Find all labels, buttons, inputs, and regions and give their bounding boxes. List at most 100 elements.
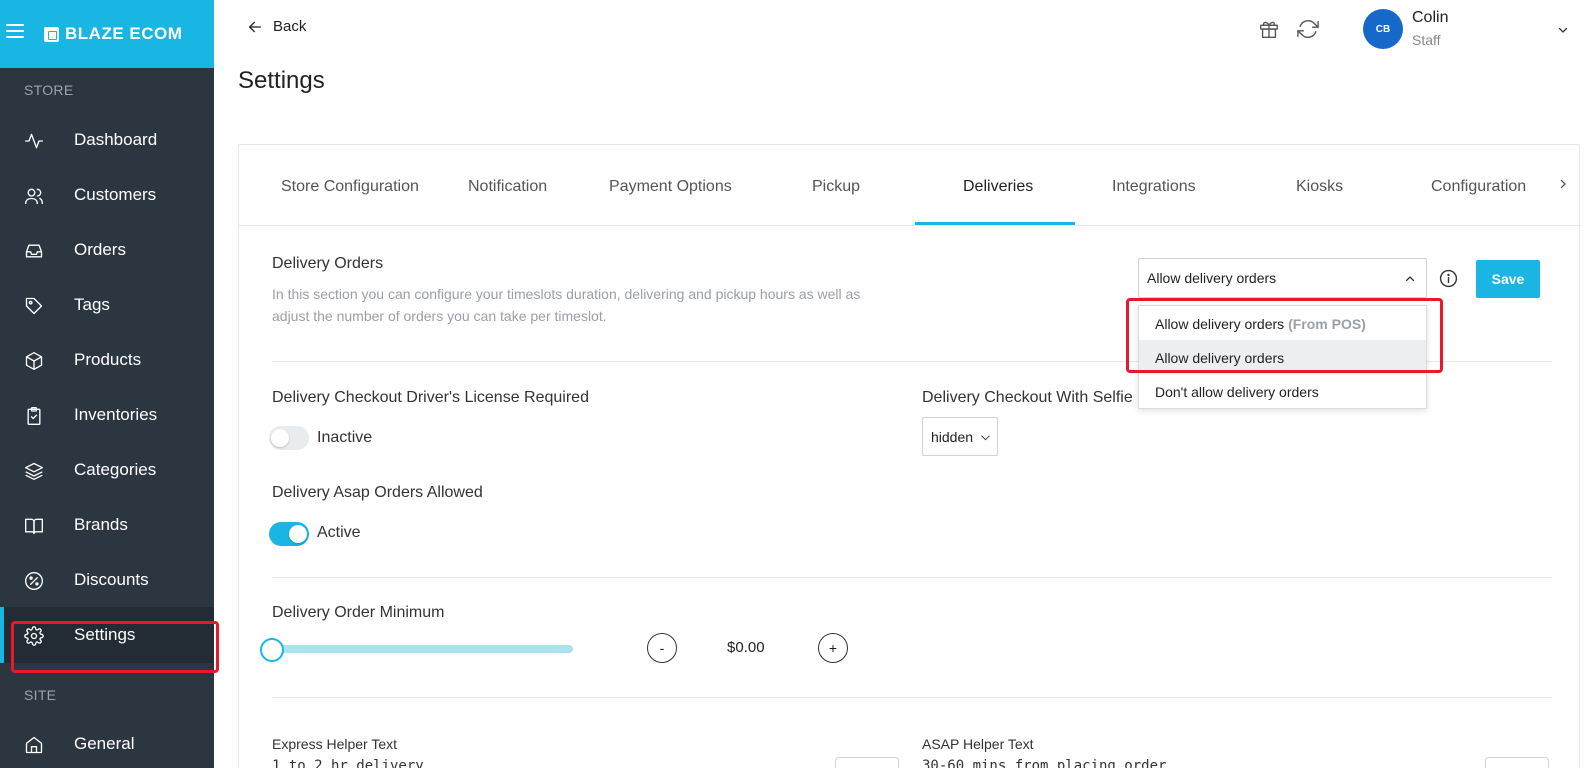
back-label: Back: [273, 18, 307, 35]
info-icon[interactable]: [1439, 269, 1458, 288]
menu-icon[interactable]: [6, 24, 24, 38]
layers-icon: [25, 462, 43, 480]
chevron-down-icon: [981, 435, 990, 441]
divider: [272, 697, 1552, 698]
sidebar-item-label: Discounts: [74, 570, 149, 589]
delivery-orders-select[interactable]: Allow delivery orders: [1138, 258, 1427, 298]
toggle-knob: [271, 429, 289, 447]
dropdown-option-from-pos[interactable]: Allow delivery orders (From POS): [1139, 306, 1426, 340]
sidebar-item-orders[interactable]: Orders: [0, 222, 214, 278]
toggle-knob: [289, 525, 307, 543]
tab-pickup[interactable]: Pickup: [812, 178, 860, 196]
gift-icon[interactable]: [1258, 18, 1280, 40]
sidebar-item-categories[interactable]: Categories: [0, 442, 214, 498]
order-minimum-slider-track[interactable]: [272, 645, 573, 653]
asap-helper-input[interactable]: 30-60 mins from placing order: [922, 758, 1166, 768]
clipboard-icon: [27, 407, 41, 425]
option-label: Allow delivery orders: [1155, 316, 1285, 332]
sidebar-item-products[interactable]: Products: [0, 332, 214, 388]
sidebar-item-customers[interactable]: Customers: [0, 167, 214, 223]
sidebar-item-label: Orders: [74, 240, 126, 259]
page-title: Settings: [238, 67, 325, 94]
refresh-icon[interactable]: [1297, 18, 1319, 40]
tab-configuration[interactable]: Configuration: [1431, 178, 1526, 196]
inbox-icon: [25, 244, 43, 258]
box-icon: [25, 352, 43, 370]
sidebar-item-label: Inventories: [74, 405, 158, 424]
asap-helper-control[interactable]: [1485, 757, 1549, 768]
settings-card: Store Configuration Notification Payment…: [238, 144, 1581, 768]
sidebar-item-settings[interactable]: Settings: [0, 607, 214, 663]
tab-payment-options[interactable]: Payment Options: [609, 178, 732, 196]
option-suffix: (From POS): [1288, 316, 1366, 332]
license-required-toggle[interactable]: [269, 426, 309, 450]
delivery-orders-title: Delivery Orders: [272, 255, 384, 272]
percent-icon: [25, 572, 43, 590]
sidebar-item-dashboard[interactable]: Dashboard: [0, 112, 214, 168]
tab-integrations[interactable]: Integrations: [1112, 178, 1196, 196]
brand-logo[interactable]: BLAZE ECOM: [44, 24, 182, 44]
tab-kiosks[interactable]: Kiosks: [1296, 178, 1343, 196]
express-helper-control[interactable]: [835, 757, 899, 768]
home-icon: [25, 736, 43, 754]
order-minimum-slider-handle[interactable]: [260, 638, 284, 662]
user-name[interactable]: Colin: [1412, 9, 1448, 27]
selfie-select-value: hidden: [931, 429, 974, 445]
active-tab-indicator: [915, 222, 1075, 225]
divider: [272, 577, 1552, 578]
brand-name: BLAZE ECOM: [65, 24, 183, 43]
gear-icon: [24, 626, 44, 646]
selfie-select[interactable]: hidden: [922, 417, 998, 456]
license-required-title: Delivery Checkout Driver's License Requi…: [272, 389, 589, 406]
selfie-title: Delivery Checkout With Selfie: [922, 389, 1133, 406]
sidebar-item-general[interactable]: General: [0, 716, 214, 768]
chevron-down-icon[interactable]: [1557, 24, 1569, 36]
asap-allowed-title: Delivery Asap Orders Allowed: [272, 484, 483, 501]
asap-allowed-toggle[interactable]: [269, 522, 309, 546]
delivery-orders-select-value: Allow delivery orders: [1147, 270, 1277, 286]
store-section-label: STORE: [24, 82, 74, 98]
activity-icon: [25, 133, 43, 149]
express-helper-input[interactable]: 1 to 2 hr delivery: [272, 758, 424, 768]
chevron-up-icon: [1405, 276, 1415, 282]
license-required-state: Inactive: [317, 429, 373, 446]
logo-mark-icon: [44, 26, 59, 42]
sidebar-item-label: Brands: [74, 515, 128, 534]
chevron-right-icon[interactable]: [1557, 177, 1569, 191]
order-minimum-title: Delivery Order Minimum: [272, 604, 445, 621]
tag-icon: [25, 297, 43, 315]
express-helper-label: Express Helper Text: [272, 736, 398, 752]
sidebar-item-label: Settings: [74, 625, 136, 644]
sidebar-item-inventories[interactable]: Inventories: [0, 387, 214, 443]
sidebar-item-label: Products: [74, 350, 142, 369]
user-role: Staff: [1412, 32, 1441, 48]
sidebar-item-label: Tags: [74, 295, 110, 314]
option-label: Don't allow delivery orders: [1155, 384, 1319, 400]
tab-deliveries[interactable]: Deliveries: [963, 178, 1033, 196]
sidebar-item-tags[interactable]: Tags: [0, 277, 214, 333]
avatar[interactable]: CB: [1363, 9, 1403, 49]
sidebar-item-label: General: [74, 734, 135, 753]
book-icon: [25, 518, 43, 535]
decrement-button[interactable]: -: [647, 633, 677, 663]
dropdown-option-allow[interactable]: Allow delivery orders: [1139, 340, 1426, 374]
asap-helper-label: ASAP Helper Text: [922, 736, 1034, 752]
sidebar-item-label: Customers: [74, 185, 157, 204]
delivery-orders-description: In this section you can configure your t…: [272, 286, 861, 324]
sidebar: BLAZE ECOM STORE Dashboard Customers Ord…: [0, 0, 214, 768]
arrow-left-icon: [249, 21, 261, 32]
sidebar-item-label: Categories: [74, 460, 157, 479]
asap-allowed-state: Active: [317, 524, 361, 541]
settings-tabs: Store Configuration Notification Payment…: [239, 145, 1581, 226]
tab-store-configuration[interactable]: Store Configuration: [281, 178, 419, 196]
tab-notification[interactable]: Notification: [468, 178, 547, 196]
back-button[interactable]: Back: [247, 18, 306, 35]
save-button[interactable]: Save: [1476, 260, 1540, 298]
increment-button[interactable]: +: [818, 633, 848, 663]
users-icon: [25, 188, 43, 205]
sidebar-item-discounts[interactable]: Discounts: [0, 552, 214, 608]
sidebar-item-brands[interactable]: Brands: [0, 497, 214, 553]
sidebar-item-label: Dashboard: [74, 130, 158, 149]
brand-bar: BLAZE ECOM: [0, 0, 214, 68]
dropdown-option-dont-allow[interactable]: Don't allow delivery orders: [1139, 374, 1426, 408]
